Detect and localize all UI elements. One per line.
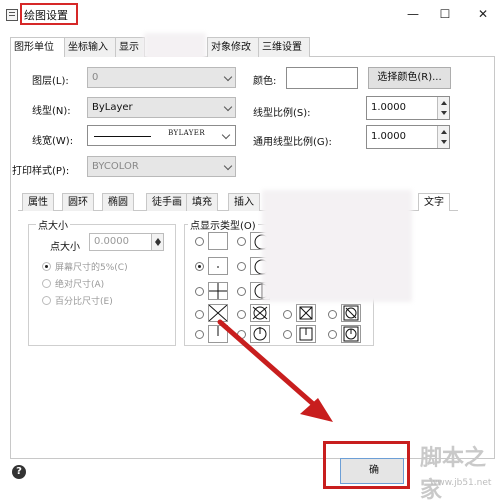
- ok-button-highlight: [323, 441, 410, 489]
- help-icon[interactable]: ?: [12, 465, 26, 479]
- watermark-url: www.jb51.net: [430, 478, 492, 488]
- annotation-arrow: [217, 319, 333, 422]
